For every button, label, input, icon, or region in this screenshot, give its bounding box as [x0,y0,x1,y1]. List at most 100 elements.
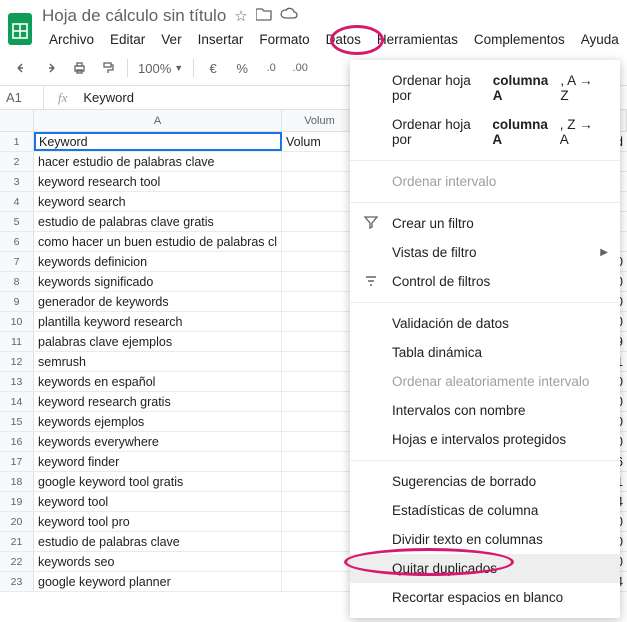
paint-format-icon[interactable] [95,55,121,81]
cell[interactable]: keyword tool [34,492,282,511]
row-header[interactable]: 11 [0,332,34,351]
cell[interactable] [282,292,358,311]
cell[interactable] [282,272,358,291]
row-header[interactable]: 18 [0,472,34,491]
dd-crear-filtro[interactable]: Crear un filtro [350,209,620,238]
cell[interactable] [282,412,358,431]
cell[interactable] [282,452,358,471]
dd-hojas-protegidos[interactable]: Hojas e intervalos protegidos [350,425,620,454]
cell[interactable]: keyword tool pro [34,512,282,531]
row-header[interactable]: 14 [0,392,34,411]
cell[interactable]: google keyword planner [34,572,282,591]
menu-editar[interactable]: Editar [103,28,152,51]
row-header[interactable]: 23 [0,572,34,591]
cell[interactable] [282,512,358,531]
cell[interactable] [282,552,358,571]
dd-sugerencias-borrado[interactable]: Sugerencias de borrado [350,467,620,496]
row-header[interactable]: 3 [0,172,34,191]
cell[interactable] [282,472,358,491]
increase-decimal-button[interactable]: .00 [287,55,313,81]
col-header-a[interactable]: A [34,110,282,131]
menu-ver[interactable]: Ver [154,28,188,51]
doc-title[interactable]: Hoja de cálculo sin título [42,6,226,26]
cell[interactable]: Keyword [34,132,282,151]
row-header[interactable]: 20 [0,512,34,531]
cell[interactable]: hacer estudio de palabras clave [34,152,282,171]
cell[interactable]: estudio de palabras clave gratis [34,212,282,231]
formula-bar[interactable]: Keyword [81,86,136,109]
cell[interactable] [282,352,358,371]
menu-herramientas[interactable]: Herramientas [370,28,465,51]
row-header[interactable]: 7 [0,252,34,271]
cell[interactable] [282,332,358,351]
row-header[interactable]: 19 [0,492,34,511]
row-header[interactable]: 8 [0,272,34,291]
cell[interactable]: Volum [282,132,358,151]
col-header-b[interactable]: Volum [282,110,358,131]
menu-datos[interactable]: Datos [319,28,368,51]
cell[interactable]: keyword research gratis [34,392,282,411]
cell[interactable]: semrush [34,352,282,371]
zoom-select[interactable]: 100% ▼ [134,61,187,76]
row-header[interactable]: 1 [0,132,34,151]
row-header[interactable]: 4 [0,192,34,211]
percent-button[interactable]: % [229,55,255,81]
row-header[interactable]: 5 [0,212,34,231]
dd-vistas-filtro[interactable]: Vistas de filtro▶ [350,238,620,267]
row-header[interactable]: 9 [0,292,34,311]
cell[interactable] [282,312,358,331]
print-icon[interactable] [66,55,92,81]
row-header[interactable]: 13 [0,372,34,391]
dd-estadisticas-columna[interactable]: Estadísticas de columna [350,496,620,525]
menu-complementos[interactable]: Complementos [467,28,572,51]
cell[interactable] [282,192,358,211]
row-header[interactable]: 22 [0,552,34,571]
cell[interactable] [282,152,358,171]
dd-intervalos-nombre[interactable]: Intervalos con nombre [350,396,620,425]
row-header[interactable]: 2 [0,152,34,171]
cell[interactable]: google keyword tool gratis [34,472,282,491]
row-header[interactable]: 21 [0,532,34,551]
cell[interactable]: keywords significado [34,272,282,291]
cell[interactable] [282,392,358,411]
select-all-corner[interactable] [0,110,34,131]
cell[interactable] [282,252,358,271]
cell[interactable]: generador de keywords [34,292,282,311]
cell[interactable]: keyword research tool [34,172,282,191]
cell[interactable] [282,532,358,551]
cell[interactable]: keyword search [34,192,282,211]
row-header[interactable]: 6 [0,232,34,251]
cell[interactable] [282,492,358,511]
row-header[interactable]: 16 [0,432,34,451]
cell[interactable] [282,172,358,191]
cell[interactable]: keywords ejemplos [34,412,282,431]
cell[interactable]: estudio de palabras clave [34,532,282,551]
row-header[interactable]: 15 [0,412,34,431]
menu-archivo[interactable]: Archivo [42,28,101,51]
cell[interactable] [282,572,358,591]
cell[interactable]: keywords definicion [34,252,282,271]
dd-validacion[interactable]: Validación de datos [350,309,620,338]
cell[interactable]: keywords seo [34,552,282,571]
menu-ayuda[interactable]: Ayuda [574,28,626,51]
move-folder-icon[interactable] [256,7,272,25]
sheets-logo-icon[interactable] [8,11,32,47]
dd-tabla-dinamica[interactable]: Tabla dinámica [350,338,620,367]
cell[interactable]: keyword finder [34,452,282,471]
cell[interactable]: plantilla keyword research [34,312,282,331]
dd-sort-asc[interactable]: Ordenar hoja por columna A, A → Z [350,66,620,110]
row-header[interactable]: 17 [0,452,34,471]
dd-sort-desc[interactable]: Ordenar hoja por columna A, Z → A [350,110,620,154]
cell[interactable] [282,432,358,451]
star-icon[interactable]: ☆ [234,7,247,25]
cell[interactable] [282,212,358,231]
row-header[interactable]: 12 [0,352,34,371]
redo-icon[interactable] [37,55,63,81]
cell[interactable]: como hacer un buen estudio de palabras c… [34,232,282,251]
decrease-decimal-button[interactable]: .0 [258,55,284,81]
cell[interactable]: keywords en español [34,372,282,391]
dd-quitar-duplicados[interactable]: Quitar duplicados [350,554,620,583]
dd-dividir-texto[interactable]: Dividir texto en columnas [350,525,620,554]
cell[interactable] [282,232,358,251]
undo-icon[interactable] [8,55,34,81]
